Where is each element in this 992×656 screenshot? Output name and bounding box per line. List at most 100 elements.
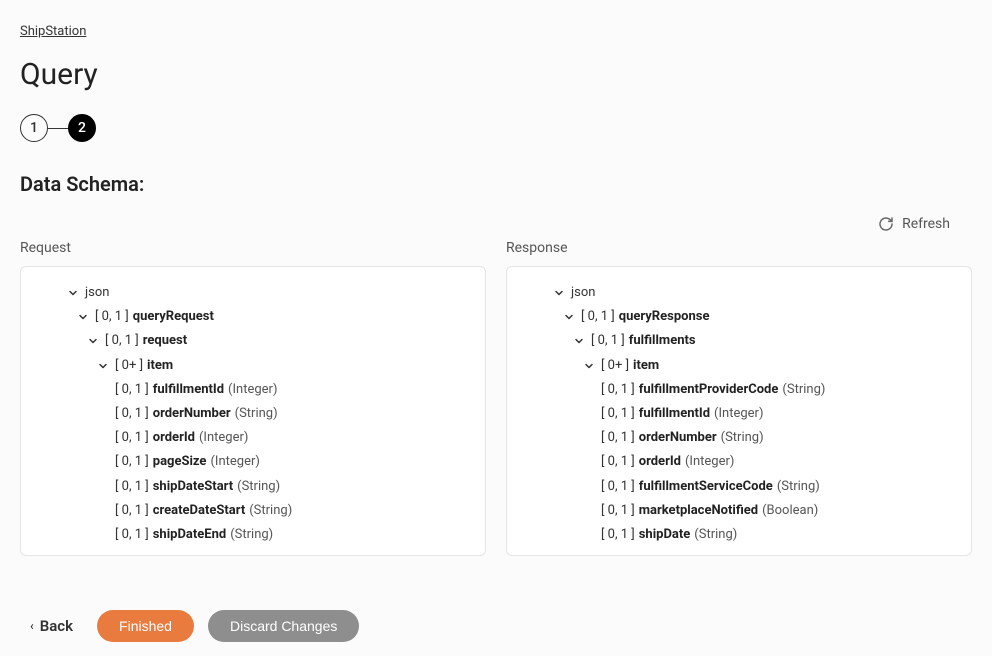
field-type: (Boolean) bbox=[762, 502, 818, 520]
tree-node: [ 0, 1 ] shipDate(String) bbox=[507, 523, 971, 547]
cardinality: [ 0, 1 ] bbox=[115, 478, 149, 496]
tree-node: [ 0, 1 ] createDateStart(String) bbox=[21, 499, 485, 523]
field-name: shipDate bbox=[639, 526, 691, 544]
chevron-down-icon bbox=[551, 288, 567, 298]
field-name: fulfillments bbox=[629, 332, 696, 350]
tree-root[interactable]: json bbox=[21, 281, 485, 305]
cardinality: [ 0, 1 ] bbox=[601, 429, 635, 447]
root-label: json bbox=[85, 284, 109, 302]
request-header: Request bbox=[20, 240, 486, 256]
cardinality: [ 0, 1 ] bbox=[591, 332, 625, 350]
field-name: queryRequest bbox=[133, 308, 214, 326]
field-type: (Integer) bbox=[199, 429, 248, 447]
cardinality: [ 0, 1 ] bbox=[115, 381, 149, 399]
chevron-down-icon bbox=[75, 312, 91, 322]
field-name: orderId bbox=[639, 453, 681, 471]
field-name: item bbox=[633, 357, 659, 375]
tree-node: [ 0, 1 ] fulfillmentProviderCode(String) bbox=[507, 378, 971, 402]
field-name: orderId bbox=[153, 429, 195, 447]
cardinality: [ 0+ ] bbox=[601, 357, 629, 375]
cardinality: [ 0, 1 ] bbox=[601, 478, 635, 496]
chevron-down-icon bbox=[561, 312, 577, 322]
cardinality: [ 0+ ] bbox=[115, 357, 143, 375]
tree-node: [ 0, 1 ] shipDateEnd(String) bbox=[21, 523, 485, 547]
field-name: shipDateEnd bbox=[153, 526, 226, 544]
cardinality: [ 0, 1 ] bbox=[581, 308, 615, 326]
chevron-left-icon: ‹ bbox=[30, 619, 34, 633]
tree-node[interactable]: [ 0+ ] item bbox=[507, 354, 971, 378]
field-name: request bbox=[143, 332, 187, 350]
field-name: orderNumber bbox=[153, 405, 231, 423]
cardinality: [ 0, 1 ] bbox=[115, 429, 149, 447]
cardinality: [ 0, 1 ] bbox=[601, 526, 635, 544]
tree-node: [ 0, 1 ] fulfillmentServiceCode(String) bbox=[507, 475, 971, 499]
footer: ‹ Back Finished Discard Changes bbox=[0, 596, 992, 656]
field-name: fulfillmentId bbox=[153, 381, 224, 399]
step-1[interactable]: 1 bbox=[20, 114, 48, 142]
chevron-down-icon bbox=[95, 361, 111, 371]
tree-node: [ 0, 1 ] fulfillmentId(Integer) bbox=[507, 402, 971, 426]
tree-node: [ 0, 1 ] orderId(Integer) bbox=[507, 450, 971, 474]
field-name: fulfillmentProviderCode bbox=[639, 381, 779, 399]
response-header: Response bbox=[506, 240, 972, 256]
field-name: orderNumber bbox=[639, 429, 717, 447]
discard-button[interactable]: Discard Changes bbox=[208, 610, 359, 642]
cardinality: [ 0, 1 ] bbox=[95, 308, 129, 326]
response-schema-box: json[ 0, 1 ] queryResponse[ 0, 1 ] fulfi… bbox=[506, 266, 972, 556]
field-type: (String) bbox=[237, 478, 280, 496]
field-name: fulfillmentServiceCode bbox=[639, 478, 773, 496]
finished-button[interactable]: Finished bbox=[97, 610, 194, 642]
cardinality: [ 0, 1 ] bbox=[115, 502, 149, 520]
field-type: (Integer) bbox=[685, 453, 734, 471]
field-type: (Integer) bbox=[228, 381, 277, 399]
cardinality: [ 0, 1 ] bbox=[601, 453, 635, 471]
breadcrumb-link[interactable]: ShipStation bbox=[20, 24, 86, 39]
refresh-icon bbox=[878, 216, 894, 232]
cardinality: [ 0, 1 ] bbox=[115, 453, 149, 471]
refresh-button[interactable]: Refresh bbox=[878, 216, 950, 232]
field-name: createDateStart bbox=[153, 502, 245, 520]
chevron-down-icon bbox=[65, 288, 81, 298]
section-title: Data Schema: bbox=[20, 172, 972, 196]
stepper: 1 2 bbox=[20, 114, 972, 142]
cardinality: [ 0, 1 ] bbox=[601, 502, 635, 520]
chevron-down-icon bbox=[85, 336, 101, 346]
field-name: pageSize bbox=[153, 453, 207, 471]
step-2[interactable]: 2 bbox=[68, 114, 96, 142]
field-type: (Integer) bbox=[210, 453, 259, 471]
field-type: (Integer) bbox=[714, 405, 763, 423]
field-type: (String) bbox=[694, 526, 737, 544]
cardinality: [ 0, 1 ] bbox=[601, 405, 635, 423]
field-type: (String) bbox=[721, 429, 764, 447]
field-type: (String) bbox=[230, 526, 273, 544]
field-name: shipDateStart bbox=[153, 478, 233, 496]
chevron-down-icon bbox=[571, 336, 587, 346]
tree-node[interactable]: [ 0+ ] item bbox=[21, 354, 485, 378]
field-name: marketplaceNotified bbox=[639, 502, 758, 520]
cardinality: [ 0, 1 ] bbox=[115, 405, 149, 423]
field-name: queryResponse bbox=[619, 308, 710, 326]
cardinality: [ 0, 1 ] bbox=[601, 381, 635, 399]
tree-node[interactable]: [ 0, 1 ] fulfillments bbox=[507, 329, 971, 353]
field-name: fulfillmentId bbox=[639, 405, 710, 423]
cardinality: [ 0, 1 ] bbox=[115, 526, 149, 544]
tree-node[interactable]: [ 0, 1 ] queryRequest bbox=[21, 305, 485, 329]
tree-root[interactable]: json bbox=[507, 281, 971, 305]
cardinality: [ 0, 1 ] bbox=[105, 332, 139, 350]
back-button[interactable]: ‹ Back bbox=[20, 611, 83, 641]
tree-node: [ 0, 1 ] pageSize(Integer) bbox=[21, 450, 485, 474]
tree-node[interactable]: [ 0, 1 ] queryResponse bbox=[507, 305, 971, 329]
field-type: (String) bbox=[249, 502, 292, 520]
tree-node: [ 0, 1 ] fulfillmentId(Integer) bbox=[21, 378, 485, 402]
field-name: item bbox=[147, 357, 173, 375]
tree-node: [ 0, 1 ] orderNumber(String) bbox=[507, 426, 971, 450]
request-schema-box: json[ 0, 1 ] queryRequest[ 0, 1 ] reques… bbox=[20, 266, 486, 556]
tree-node: [ 0, 1 ] shipDateStart(String) bbox=[21, 475, 485, 499]
root-label: json bbox=[571, 284, 595, 302]
tree-node[interactable]: [ 0, 1 ] request bbox=[21, 329, 485, 353]
step-connector bbox=[48, 128, 68, 129]
tree-node: [ 0, 1 ] orderNumber(String) bbox=[21, 402, 485, 426]
chevron-down-icon bbox=[581, 361, 597, 371]
tree-node: [ 0, 1 ] marketplaceNotified(Boolean) bbox=[507, 499, 971, 523]
back-label: Back bbox=[40, 617, 73, 635]
